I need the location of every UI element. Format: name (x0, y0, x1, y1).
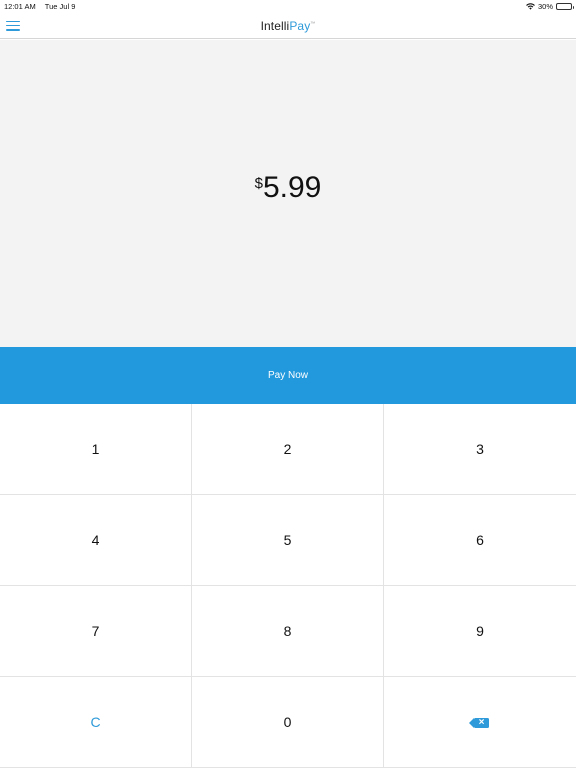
logo-trademark: ™ (310, 21, 316, 27)
logo-text-pay: Pay (289, 19, 311, 33)
status-date: Tue Jul 9 (44, 2, 76, 11)
key-backspace[interactable] (384, 677, 576, 768)
currency-symbol: $ (254, 175, 263, 192)
amount-display: $5.99 (0, 171, 576, 205)
key-2[interactable]: 2 (192, 404, 384, 495)
key-8[interactable]: 8 (192, 586, 384, 677)
app-logo: IntelliPay™ (261, 19, 316, 33)
key-9[interactable]: 9 (384, 586, 576, 677)
amount-display-area: $5.99 (0, 40, 576, 347)
key-7[interactable]: 7 (0, 586, 192, 677)
backspace-icon (469, 718, 489, 729)
pay-now-button[interactable]: Pay Now (0, 347, 576, 404)
key-4[interactable]: 4 (0, 495, 192, 586)
battery-icon (556, 3, 574, 10)
key-6[interactable]: 6 (384, 495, 576, 586)
wifi-icon (526, 3, 535, 10)
status-left: 12:01 AM Tue Jul 9 (4, 2, 75, 11)
key-5[interactable]: 5 (192, 495, 384, 586)
amount-value: 5.99 (262, 171, 322, 204)
status-bar: 12:01 AM Tue Jul 9 30% (0, 0, 576, 13)
logo-text-intelli: Intelli (260, 19, 290, 33)
status-right: 30% (526, 2, 574, 11)
hamburger-menu-icon[interactable] (6, 18, 20, 32)
key-1[interactable]: 1 (0, 404, 192, 495)
status-time: 12:01 AM (4, 2, 36, 11)
top-navigation-bar: IntelliPay™ (0, 13, 576, 39)
key-3[interactable]: 3 (384, 404, 576, 495)
battery-percent: 30% (537, 2, 553, 11)
key-clear[interactable]: C (0, 677, 192, 768)
numeric-keypad: 1 2 3 4 5 6 7 8 9 C 0 (0, 404, 576, 768)
key-0[interactable]: 0 (192, 677, 384, 768)
